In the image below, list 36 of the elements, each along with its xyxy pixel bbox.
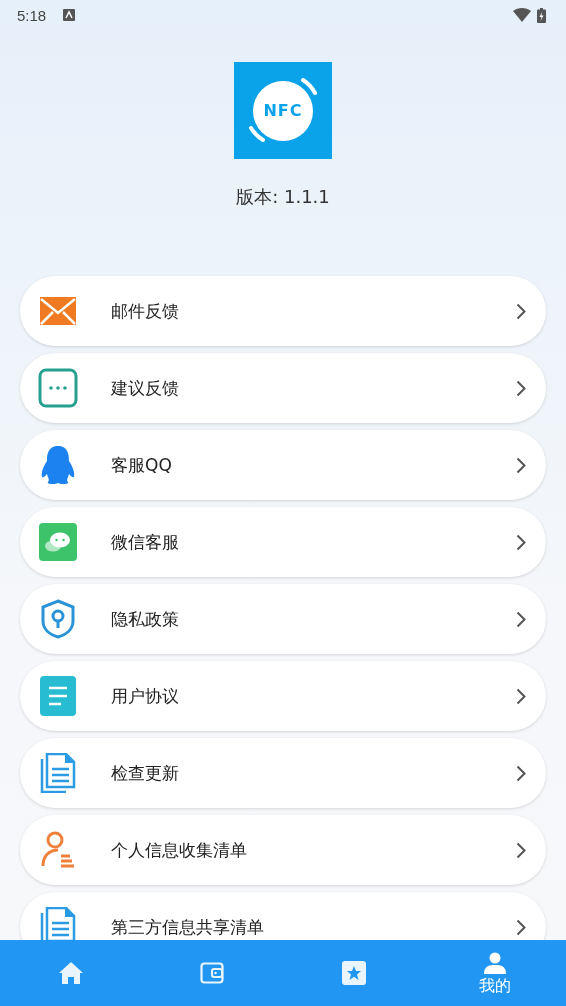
chevron-right-icon — [516, 302, 526, 320]
app-logo: NFC — [234, 62, 332, 159]
wallet-icon — [200, 962, 225, 984]
person-icon — [483, 951, 508, 974]
documents-icon — [40, 907, 76, 940]
chat-bubbles-icon — [39, 523, 77, 561]
chat-dots-icon — [38, 368, 78, 408]
wifi-icon — [513, 8, 531, 22]
menu-item[interactable]: 客服QQ — [20, 430, 546, 500]
home-icon — [57, 961, 84, 985]
envelope-icon — [40, 297, 76, 325]
chevron-right-icon — [516, 841, 526, 859]
battery-icon — [537, 7, 546, 23]
menu-item[interactable]: 隐私政策 — [20, 584, 546, 654]
keyboard-notification-icon — [63, 9, 76, 21]
menu-item[interactable]: 建议反馈 — [20, 353, 546, 423]
menu-item[interactable]: 邮件反馈 — [20, 276, 546, 346]
shield-icon — [40, 599, 76, 639]
chevron-right-icon — [516, 533, 526, 551]
menu-item[interactable]: 微信客服 — [20, 507, 546, 577]
document-icon — [40, 676, 76, 716]
user-list-icon — [40, 830, 76, 870]
clock-time: 5:18 — [17, 6, 47, 24]
penguin-icon — [39, 445, 77, 485]
menu-item[interactable]: 个人信息收集清单 — [20, 815, 546, 885]
chevron-right-icon — [516, 456, 526, 474]
menu-item[interactable]: 用户协议 — [20, 661, 546, 731]
chevron-right-icon — [516, 379, 526, 397]
menu-item[interactable]: 第三方信息共享清单 — [20, 892, 546, 940]
chevron-right-icon — [516, 687, 526, 705]
version-label: 版本: 1.1.1 — [236, 185, 330, 209]
chevron-right-icon — [516, 918, 526, 936]
menu-item[interactable]: 检查更新 — [20, 738, 546, 808]
chevron-right-icon — [516, 610, 526, 628]
chevron-right-icon — [516, 764, 526, 782]
documents-icon — [40, 753, 76, 793]
